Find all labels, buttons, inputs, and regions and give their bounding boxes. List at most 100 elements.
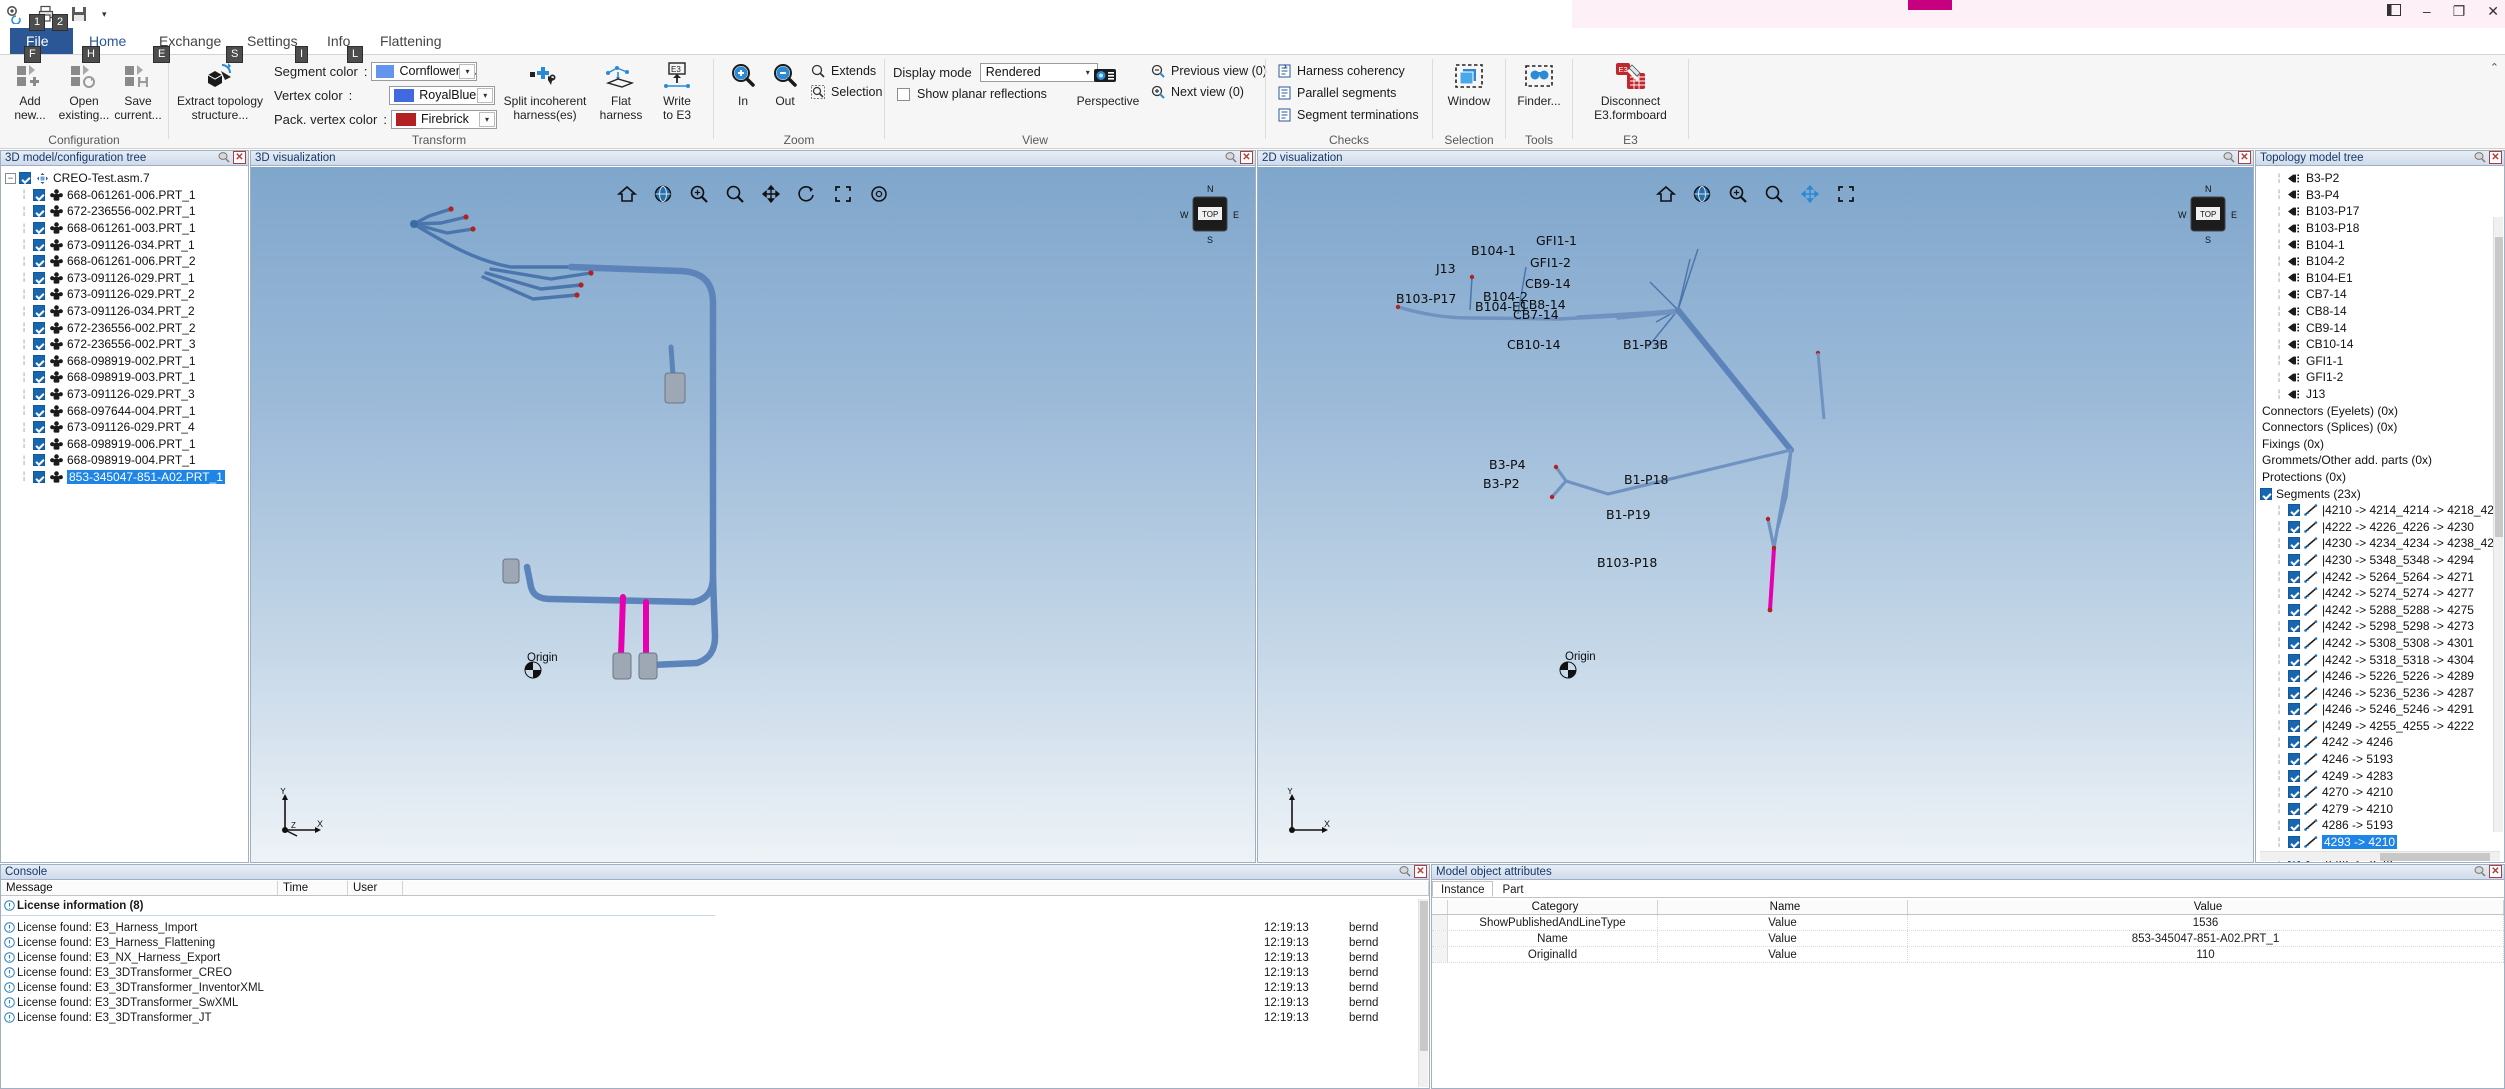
attributes-column-headers[interactable]: Category Name Value (1432, 900, 2504, 915)
attributes-row[interactable]: ShowPublishedAndLineTypeValue1536 (1432, 915, 2504, 931)
topology-connector-item[interactable]: ¦B104-E1 (2256, 270, 2504, 287)
pin-icon[interactable] (2222, 151, 2235, 164)
tree-checkbox[interactable] (33, 205, 45, 217)
viz2d-title-buttons[interactable]: ✕ (2222, 151, 2251, 164)
model-tree[interactable]: − CREO-Test.asm.7 ¦668-061261-006.PRT_1¦… (1, 167, 248, 485)
topology-segment-item[interactable]: ¦|4242 -> 5298_5298 -> 4273 (2256, 618, 2504, 635)
topology-segment-item[interactable]: ¦|4246 -> 5236_5236 -> 4287 (2256, 684, 2504, 701)
topology-segments-header[interactable]: Segments (23x) (2256, 485, 2504, 502)
close-icon[interactable]: ✕ (1414, 865, 1427, 878)
topology-segment-item[interactable]: ¦|4210 -> 4214_4214 -> 4218_421 (2256, 502, 2504, 519)
attributes-col-value[interactable]: Value (1908, 900, 2504, 914)
console-column-headers[interactable]: Message Time User (1, 881, 1429, 896)
model-tree-item[interactable]: ¦668-061261-003.PRT_1 (1, 220, 248, 237)
tree-checkbox[interactable] (33, 405, 45, 417)
tree-checkbox[interactable] (33, 371, 45, 383)
packaged-vertex-color-combo[interactable]: Firebrick ▾ (391, 110, 497, 129)
topology-segment-item[interactable]: ¦|4242 -> 5288_5288 -> 4275 (2256, 601, 2504, 618)
console-group-header[interactable]: License information (8) (1, 898, 1429, 913)
console-row[interactable]: License found: E3_3DTransformer_JT12:19:… (1, 1010, 1429, 1025)
tree-checkbox[interactable] (33, 239, 45, 251)
close-icon[interactable]: ✕ (1240, 151, 1253, 164)
tree-checkbox[interactable] (33, 471, 45, 483)
previous-view-command[interactable]: Previous view (0) (1150, 63, 1267, 79)
topology-segment-item[interactable]: ¦|4246 -> 5226_5226 -> 4289 (2256, 668, 2504, 685)
model-tree-item[interactable]: ¦668-061261-006.PRT_1 (1, 187, 248, 204)
topology-segment-item[interactable]: ¦4293 -> 4210 (2256, 834, 2504, 851)
tree-checkbox[interactable] (2288, 753, 2300, 765)
segment-color-combo[interactable]: CornflowerBlue ▾ (371, 62, 477, 81)
topology-segment-item[interactable]: ¦|4242 -> 5308_5308 -> 4301 (2256, 635, 2504, 652)
tree-checkbox[interactable] (2288, 554, 2300, 566)
topology-connectors-list[interactable]: ¦B3-P2¦B3-P4¦B103-P17¦B103-P18¦B104-1¦B1… (2256, 170, 2504, 402)
attributes-rows[interactable]: ShowPublishedAndLineTypeValue1536NameVal… (1432, 915, 2504, 963)
row-handle[interactable] (1432, 931, 1448, 946)
tree-checkbox[interactable] (2288, 803, 2300, 815)
close-button[interactable]: ✕ (2487, 4, 2499, 18)
tree-checkbox[interactable] (33, 272, 45, 284)
maximize-button[interactable]: ❐ (2453, 4, 2466, 18)
topology-category-item[interactable]: Fixings (0x) (2256, 436, 2504, 453)
topology-segment-item[interactable]: ¦|4246 -> 5246_5246 -> 4291 (2256, 701, 2504, 718)
collapse-expander[interactable]: − (5, 173, 16, 184)
viz2d-viewport[interactable]: N S W E TOP (1258, 167, 2253, 862)
scrollbar-thumb[interactable] (2495, 237, 2503, 537)
zoom-in-button[interactable]: In (722, 59, 764, 107)
tree-checkbox[interactable] (33, 255, 45, 267)
tree-checkbox[interactable] (2288, 720, 2300, 732)
extract-topology-button[interactable]: Extract topology structure... (175, 59, 265, 121)
topology-segment-item[interactable]: ¦|4249 -> 4255_4255 -> 4222 (2256, 718, 2504, 735)
tree-checkbox[interactable] (2288, 571, 2300, 583)
console-row[interactable]: License found: E3_3DTransformer_Inventor… (1, 980, 1429, 995)
topology-segments-list[interactable]: ¦|4210 -> 4214_4214 -> 4218_421¦|4222 ->… (2256, 502, 2504, 862)
tab-instance[interactable]: Instance (1432, 881, 1493, 897)
topology-segment-item[interactable]: ¦|4242 -> 5264_5264 -> 4271 (2256, 568, 2504, 585)
chevron-down-icon[interactable]: ▾ (477, 88, 493, 103)
attributes-row[interactable]: NameValue853-345047-851-A02.PRT_1 (1432, 931, 2504, 947)
model-tree-items[interactable]: ¦668-061261-006.PRT_1¦672-236556-002.PRT… (1, 187, 248, 486)
console-col-user[interactable]: User (348, 881, 403, 895)
tree-checkbox[interactable] (2288, 654, 2300, 666)
topology-connector-item[interactable]: ¦B103-P17 (2256, 203, 2504, 220)
save-current-config-button[interactable]: Save current... (112, 59, 164, 121)
console-row[interactable]: License found: E3_Harness_Flattening12:1… (1, 935, 1429, 950)
vertex-color-combo[interactable]: RoyalBlue ▾ (389, 86, 495, 105)
tree-checkbox[interactable] (2288, 604, 2300, 616)
ribbon-collapse-button[interactable]: ⌃ (2490, 61, 2499, 74)
topology-connector-item[interactable]: ¦CB10-14 (2256, 336, 2504, 353)
restore-panel-icon[interactable] (2387, 4, 2401, 18)
tree-checkbox[interactable] (2288, 836, 2300, 848)
console-vertical-scrollbar[interactable] (1418, 899, 1428, 1087)
attributes-col-category[interactable]: Category (1448, 900, 1658, 914)
model-tree-item[interactable]: ¦668-098919-004.PRT_1 (1, 452, 248, 469)
zoom-selection-command[interactable]: Selection (810, 84, 882, 100)
topology-segment-item[interactable]: ¦|4222 -> 4226_4226 -> 4230 (2256, 518, 2504, 535)
tree-checkbox[interactable] (2288, 736, 2300, 748)
tree-checkbox[interactable] (2288, 819, 2300, 831)
attributes-row[interactable]: OriginalIdValue110 (1432, 947, 2504, 963)
topology-category-item[interactable]: Connectors (Splices) (0x) (2256, 419, 2504, 436)
add-new-config-button[interactable]: Add new... (4, 59, 56, 121)
topology-category-item[interactable]: Connectors (Eyelets) (0x) (2256, 402, 2504, 419)
topology-connector-item[interactable]: ¦CB8-14 (2256, 303, 2504, 320)
model-tree-item[interactable]: ¦668-098919-006.PRT_1 (1, 436, 248, 453)
chevron-down-icon[interactable]: ▾ (459, 64, 475, 79)
finder-button[interactable]: Finder... (1511, 59, 1567, 107)
tree-checkbox[interactable] (2288, 620, 2300, 632)
scrollbar-thumb[interactable] (1420, 901, 1428, 1051)
pin-icon[interactable] (1398, 865, 1411, 878)
model-tree-item[interactable]: ¦673-091126-029.PRT_3 (1, 386, 248, 403)
tree-checkbox[interactable] (2288, 537, 2300, 549)
topology-segment-item[interactable]: ¦|4242 -> 5274_5274 -> 4277 (2256, 585, 2504, 602)
console-rows[interactable]: License information (8) License found: E… (1, 896, 1429, 1025)
console-body[interactable]: Message Time User License information (8… (1, 881, 1429, 1088)
tree-checkbox[interactable] (2288, 703, 2300, 715)
topology-connector-item[interactable]: ¦GFI1-1 (2256, 353, 2504, 370)
pin-icon[interactable] (2473, 151, 2486, 164)
tree-checkbox[interactable] (2288, 521, 2300, 533)
console-col-time[interactable]: Time (278, 881, 348, 895)
topology-segment-item[interactable]: ¦|4230 -> 4234_4234 -> 4238_423 (2256, 535, 2504, 552)
tree-checkbox[interactable] (2288, 687, 2300, 699)
tree-checkbox[interactable] (2288, 637, 2300, 649)
close-icon[interactable]: ✕ (2489, 865, 2502, 878)
